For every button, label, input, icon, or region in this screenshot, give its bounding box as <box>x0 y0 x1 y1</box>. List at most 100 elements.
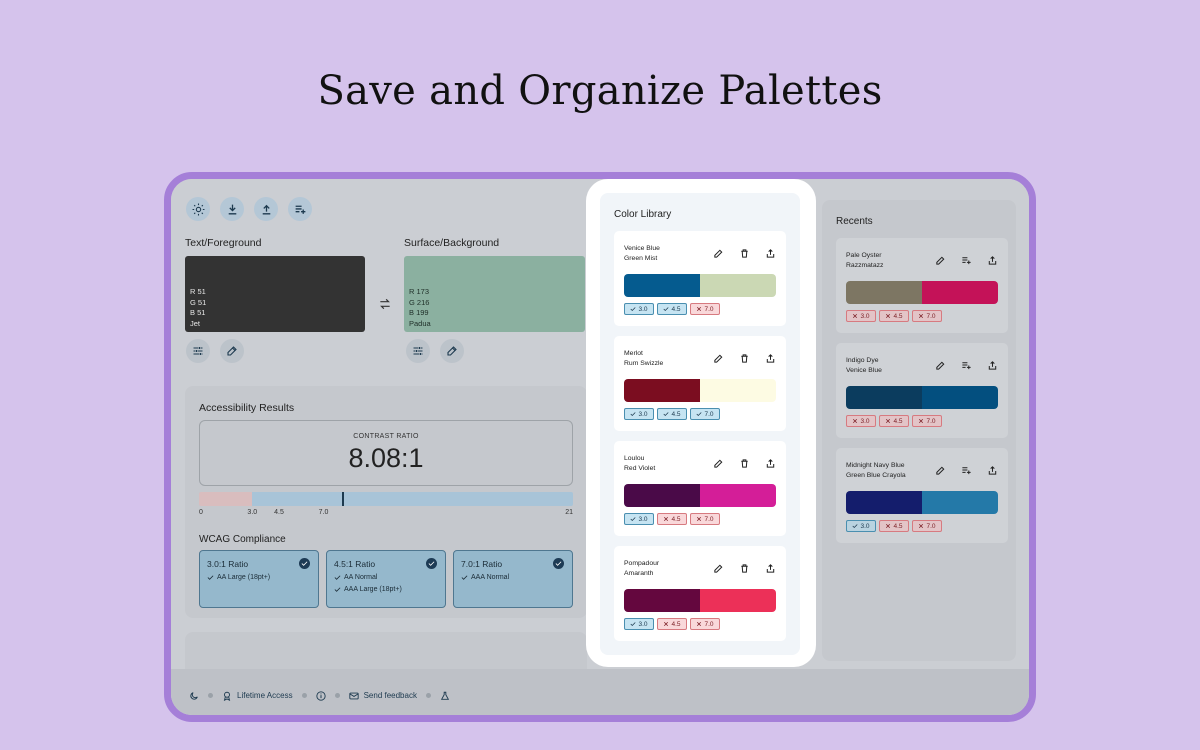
edit-icon[interactable] <box>935 255 946 266</box>
fail-badge: 4.5 <box>657 513 687 525</box>
palette-card[interactable]: Merlot Rum Swizzle 3.0 4.5 7.0 <box>614 336 786 431</box>
contrast-ratio-box: CONTRAST RATIO 8.08:1 <box>199 420 573 486</box>
palette-name: Pompadour Amaranth <box>624 559 659 579</box>
pass-badge: 3.0 <box>624 408 654 420</box>
trash-icon[interactable] <box>739 353 750 364</box>
fg-adjust-button[interactable] <box>186 339 210 363</box>
edit-icon[interactable] <box>713 458 724 469</box>
palette-color-1-swatch <box>846 386 922 409</box>
palette-color-2-swatch <box>922 281 998 304</box>
mail-icon <box>348 692 359 699</box>
add-icon[interactable] <box>961 255 972 266</box>
palette-color-1-swatch <box>846 491 922 514</box>
edit-icon[interactable] <box>935 360 946 371</box>
palette-color-bar <box>624 484 776 507</box>
share-icon[interactable] <box>987 465 998 476</box>
edit-icon[interactable] <box>713 563 724 574</box>
palette-card[interactable]: Midnight Navy Blue Green Blue Crayola 3.0 4… <box>836 448 1008 543</box>
palette-color-1-name: Indigo Dye <box>846 357 879 364</box>
wcag-ratio-title: 4.5:1 Ratio <box>334 559 376 569</box>
badge-label: 3.0 <box>638 305 648 313</box>
edit-icon[interactable] <box>935 465 946 476</box>
edit-icon[interactable] <box>713 248 724 259</box>
background-label: Surface/Background <box>404 237 500 249</box>
badge-label: 4.5 <box>893 312 903 320</box>
palette-name: Midnight Navy Blue Green Blue Crayola <box>846 461 906 481</box>
pass-badge: 7.0 <box>690 408 720 420</box>
fail-badge: 7.0 <box>690 618 720 630</box>
badge-label: 3.0 <box>638 410 648 418</box>
share-icon[interactable] <box>765 563 776 574</box>
scale-tick-label: 0 <box>199 509 203 516</box>
scale-tick-label: 3.0 <box>247 509 258 516</box>
share-icon[interactable] <box>765 248 776 259</box>
wcag-criterion: AA Large (18pt+) <box>207 574 311 581</box>
palette-color-2-name: Green Mist <box>624 255 658 262</box>
wcag-criterion-label: AAA Normal <box>471 574 510 581</box>
add-to-library-button[interactable] <box>288 197 312 221</box>
wcag-criterion: AAA Large (18pt+) <box>334 586 438 593</box>
background-swatch[interactable]: R 173 G 216 B 199 Padua <box>404 256 585 332</box>
bg-eyedropper-button[interactable] <box>440 339 464 363</box>
upload-icon <box>262 204 270 214</box>
wcag-card: 4.5:1 Ratio AA Normal AAA Large (18pt+) <box>326 550 446 608</box>
bg-adjust-button[interactable] <box>406 339 430 363</box>
download-button[interactable] <box>220 197 244 221</box>
palette-card[interactable]: Pale Oyster Razzmatazz 3.0 4.5 7.0 <box>836 238 1008 333</box>
pass-check-icon <box>426 558 437 569</box>
wcag-ratio-title: 3.0:1 Ratio <box>207 559 249 569</box>
palette-card[interactable]: Indigo Dye Venice Blue 3.0 4.5 7.0 <box>836 343 1008 438</box>
check-icon <box>630 622 636 627</box>
share-icon[interactable] <box>765 353 776 364</box>
status-bar: Lifetime Access Send feedback <box>171 669 1029 715</box>
wcag-card: 3.0:1 Ratio AA Large (18pt+) <box>199 550 319 608</box>
cross-icon <box>697 621 702 627</box>
palette-color-1-name: Venice Blue <box>624 245 660 252</box>
trash-icon[interactable] <box>739 458 750 469</box>
badge-label: 7.0 <box>704 515 714 523</box>
fail-zone <box>199 492 253 506</box>
palette-color-1-name: Pale Oyster <box>846 252 882 259</box>
flask-icon[interactable] <box>440 691 450 701</box>
trash-icon[interactable] <box>739 248 750 259</box>
edit-icon[interactable] <box>713 353 724 364</box>
info-icon[interactable] <box>315 690 326 701</box>
badge-label: 4.5 <box>671 410 681 418</box>
palette-card[interactable]: Pompadour Amaranth 3.0 4.5 7.0 <box>614 546 786 641</box>
palette-name: Merlot Rum Swizzle <box>624 349 663 369</box>
check-icon <box>696 412 702 417</box>
share-icon[interactable] <box>765 458 776 469</box>
fg-eyedropper-button[interactable] <box>220 339 244 363</box>
badge-label: 4.5 <box>671 305 681 313</box>
palette-card[interactable]: Venice Blue Green Mist 3.0 4.5 7.0 <box>614 231 786 326</box>
contrast-ratio-value: 8.08:1 <box>348 443 424 473</box>
wcag-criterion-label: AA Large (18pt+) <box>217 574 271 581</box>
fail-badge: 4.5 <box>879 310 909 322</box>
swap-colors-icon[interactable] <box>378 297 392 311</box>
lifetime-access-link[interactable]: Lifetime Access <box>222 691 293 701</box>
scale-tick-label: 7.0 <box>318 509 329 516</box>
theme-toggle-button[interactable] <box>186 197 210 221</box>
bg-red-value: R 173 <box>409 287 430 296</box>
send-feedback-link[interactable]: Send feedback <box>348 691 417 701</box>
trash-icon[interactable] <box>739 563 750 574</box>
share-icon[interactable] <box>987 360 998 371</box>
cross-icon <box>886 523 891 529</box>
fail-badge: 3.0 <box>846 310 876 322</box>
contrast-scale-bar <box>199 492 573 506</box>
compliance-badges: 3.0 4.5 7.0 <box>624 408 720 420</box>
pass-check-icon <box>553 558 564 569</box>
compliance-badges: 3.0 4.5 7.0 <box>846 310 942 322</box>
pass-check-icon <box>299 558 310 569</box>
tune-icon <box>193 347 203 355</box>
share-icon[interactable] <box>987 255 998 266</box>
check-icon <box>663 307 669 312</box>
palette-card[interactable]: Loulou Red Violet 3.0 4.5 7.0 <box>614 441 786 536</box>
add-icon[interactable] <box>961 360 972 371</box>
upload-button[interactable] <box>254 197 278 221</box>
foreground-swatch[interactable]: R 51 G 51 B 51 Jet <box>185 256 365 332</box>
palette-color-1-name: Pompadour <box>624 560 660 567</box>
palette-name: Loulou Red Violet <box>624 454 655 474</box>
moon-icon[interactable] <box>189 691 199 701</box>
add-icon[interactable] <box>961 465 972 476</box>
